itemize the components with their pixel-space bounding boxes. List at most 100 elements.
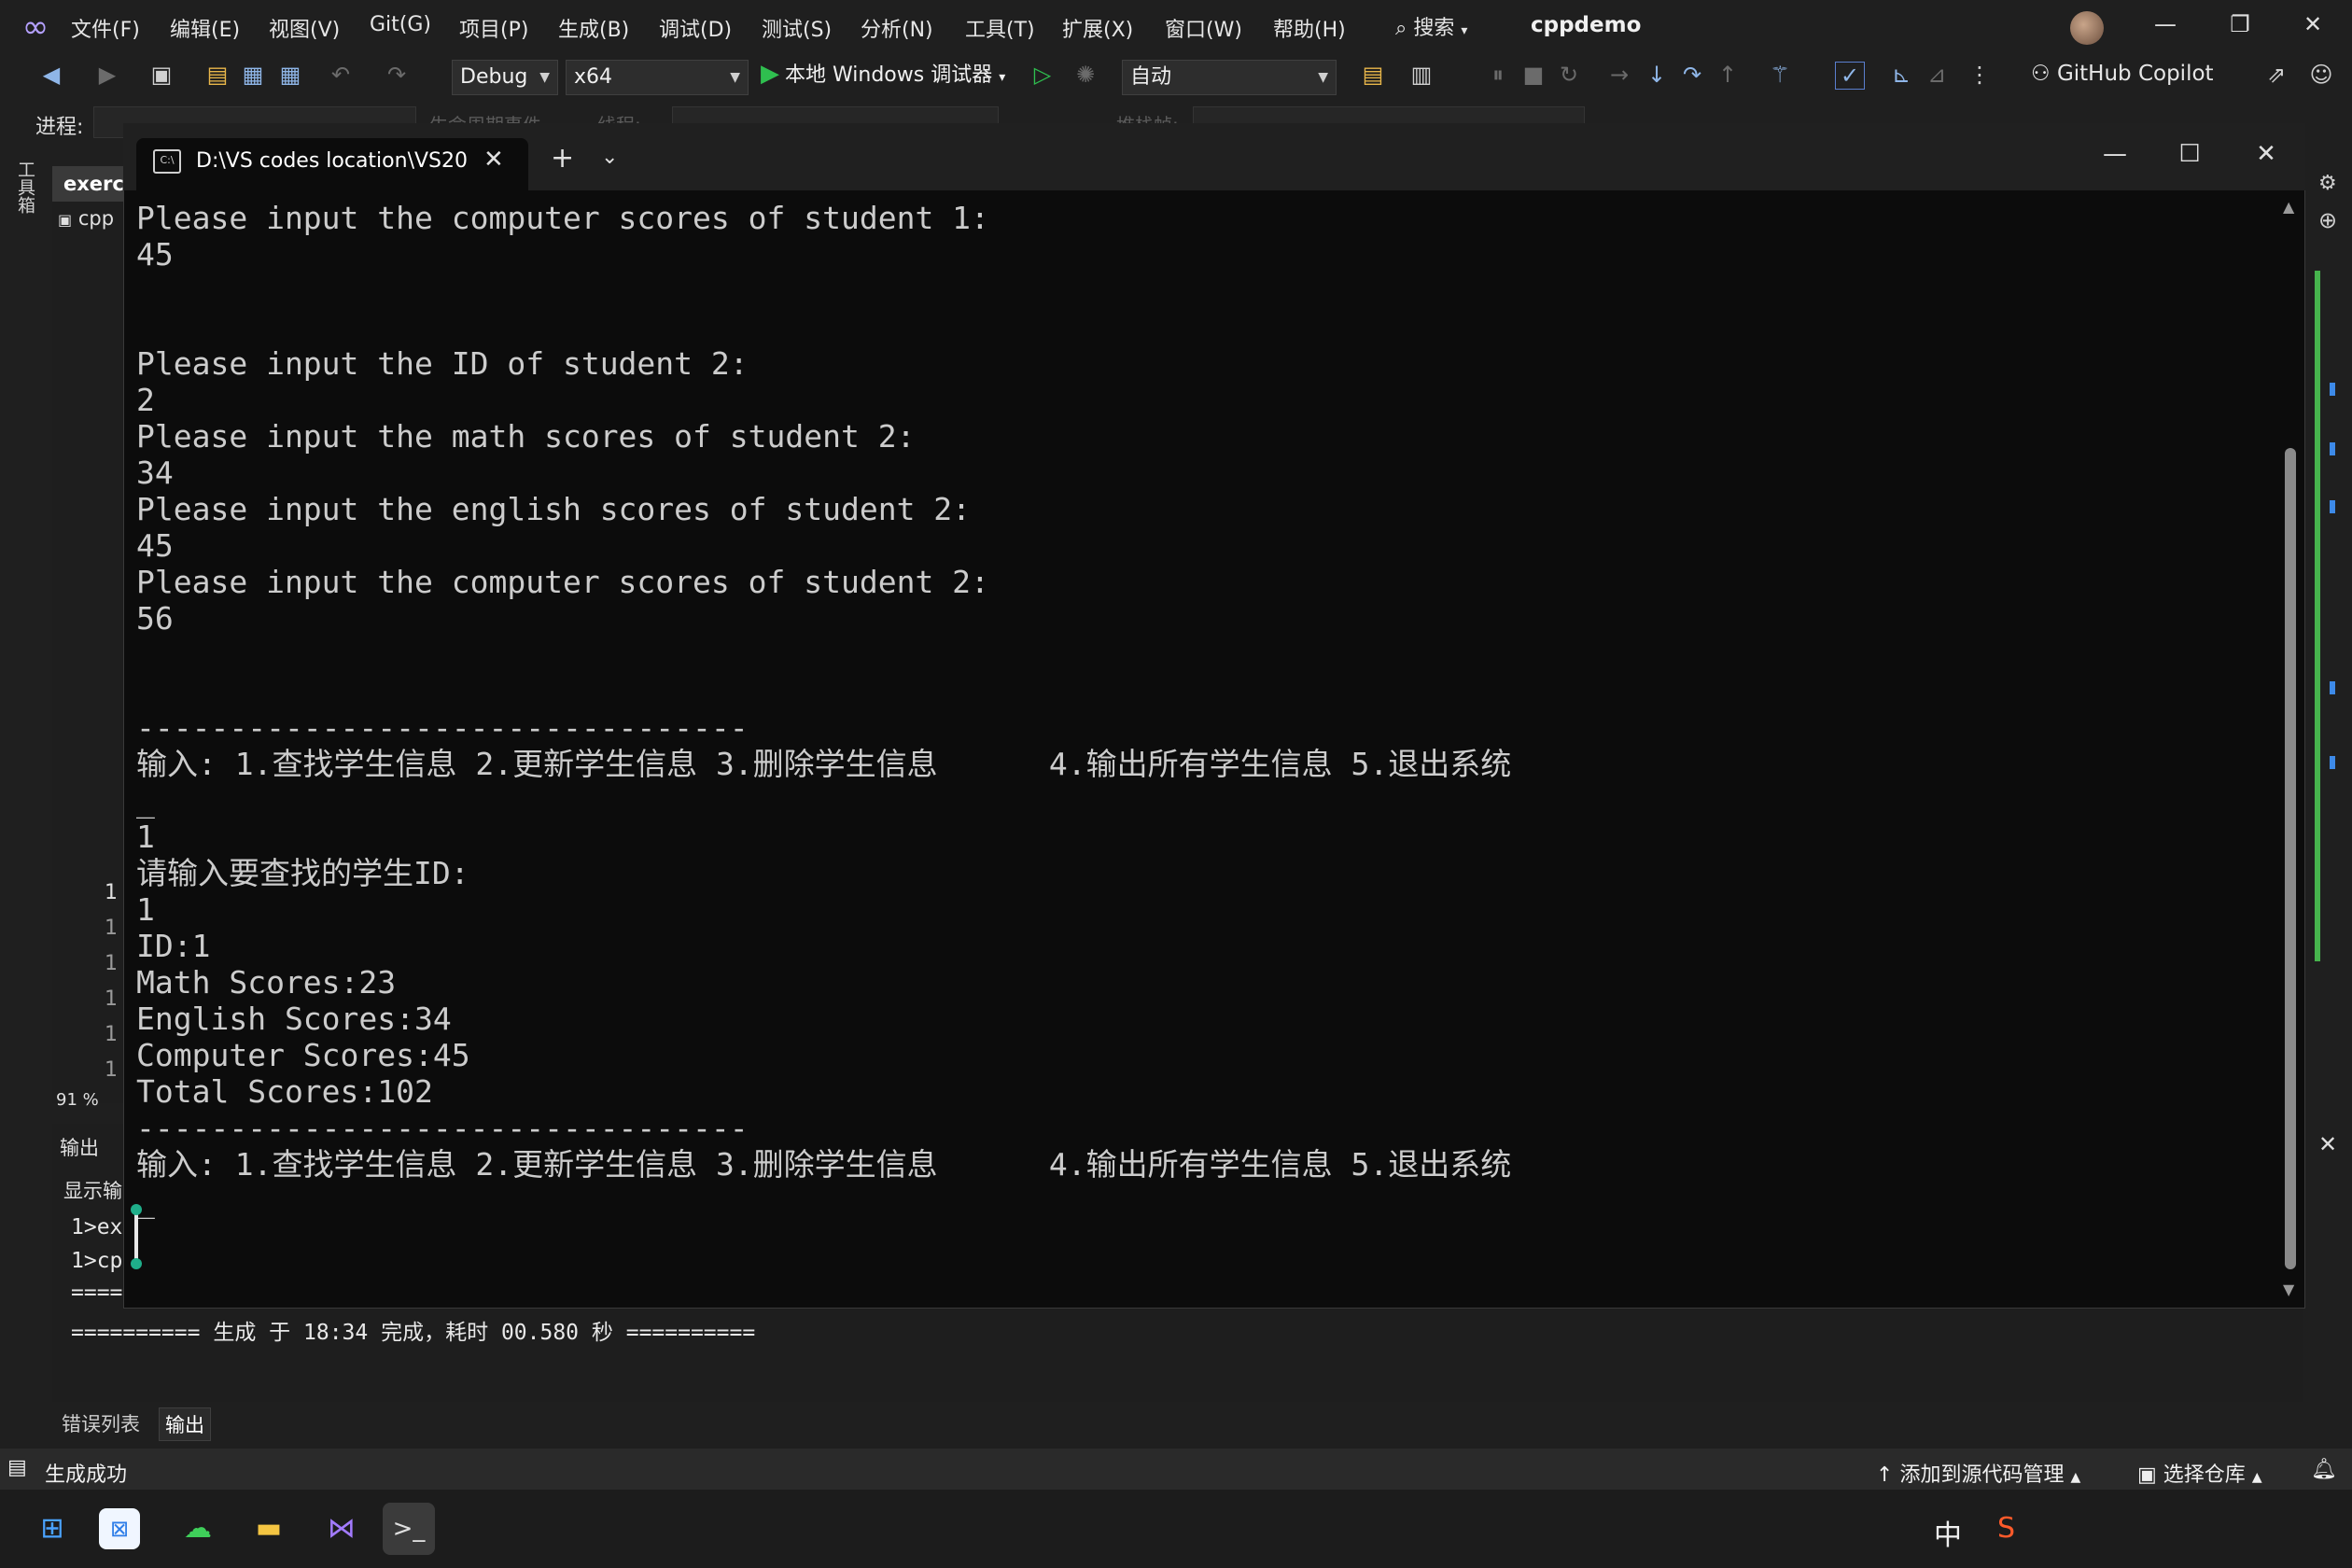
hot-reload-icon[interactable]: ✺ [1071, 62, 1099, 88]
show-next-statement-icon[interactable]: → [1605, 62, 1633, 88]
user-avatar[interactable] [2070, 11, 2104, 45]
add-to-source-control-button[interactable]: ↑ 添加到源代码管理 ▲ [1876, 1458, 2080, 1488]
auto-combo[interactable]: 自动 ▼ [1122, 60, 1337, 95]
close-tab-icon[interactable]: ✕ [483, 146, 504, 174]
open-file-icon[interactable]: ▤ [203, 62, 231, 88]
diagnostic-tools-icon[interactable]: ⚚ [1766, 62, 1794, 88]
platform-value: x64 [574, 65, 613, 89]
menu-build[interactable]: 生成(B) [558, 13, 629, 43]
terminal-line: ID:1 [136, 928, 211, 964]
menu-analyze[interactable]: 分析(N) [861, 13, 933, 43]
redo-icon[interactable]: ↷ [383, 62, 411, 88]
undo-icon[interactable]: ↶ [327, 62, 355, 88]
vs-minimize-icon[interactable]: — [2147, 11, 2184, 37]
gear-icon[interactable]: ⚙ [2318, 172, 2337, 195]
menu-tools[interactable]: 工具(T) [965, 13, 1035, 43]
config-combo[interactable]: Debug ▼ [452, 60, 558, 95]
tab-error-list[interactable]: 错误列表 [56, 1407, 146, 1439]
terminal-icon[interactable]: >_ [383, 1503, 435, 1555]
terminal-cursor-line: _ [136, 1183, 155, 1219]
search-box[interactable]: ⌕ 搜索 ▾ [1395, 11, 1467, 41]
menu-edit[interactable]: 编辑(E) [170, 13, 240, 43]
run-debugger-button[interactable]: ▶ 本地 Windows 调试器 ▾ [761, 58, 1005, 88]
share-icon[interactable]: ⇗ [2262, 62, 2290, 88]
terminal-minimize-icon[interactable]: — [2096, 140, 2134, 168]
menu-window[interactable]: 窗口(W) [1165, 13, 1242, 43]
start-without-debugging-icon[interactable]: ▷ [1029, 62, 1057, 88]
menu-test[interactable]: 测试(S) [762, 13, 832, 43]
folder-icon[interactable]: ▤ [1359, 62, 1387, 88]
menu-project[interactable]: 项目(P) [459, 13, 528, 43]
navigate-forward-icon[interactable]: ▶ [93, 62, 121, 88]
zoom-level[interactable]: 91 % [56, 1090, 99, 1110]
select-repository-button[interactable]: ▣ 选择仓库 ▲ [2137, 1458, 2262, 1488]
editor-change-marker [2315, 271, 2320, 961]
terminal-close-icon[interactable]: ✕ [2247, 140, 2285, 168]
terminal-line: Please input the ID of student 2: [136, 345, 749, 382]
pause-icon[interactable]: ⏸ [1484, 62, 1512, 88]
visual-studio-logo-icon[interactable]: ∞ [17, 9, 54, 45]
scroll-up-icon[interactable]: ▲ [2283, 198, 2294, 216]
new-item-icon[interactable]: ▣ [147, 62, 175, 88]
toolbox-tab[interactable]: 工具箱 [13, 161, 38, 214]
restart-icon[interactable]: ↻ [1555, 62, 1583, 88]
spell-check-icon[interactable]: ✓ [1835, 62, 1865, 90]
output-close-icon[interactable]: ✕ [2318, 1131, 2337, 1157]
feedback-icon[interactable]: ☺ [2307, 62, 2335, 88]
notification-bell-icon[interactable]: 🔔︎ [2311, 1458, 2337, 1481]
split-editor-icon[interactable]: ⊕ [2318, 207, 2337, 233]
menu-git[interactable]: Git(G) [370, 13, 431, 36]
tab-output[interactable]: 输出 [159, 1407, 211, 1441]
step-into-icon[interactable]: ↓ [1643, 62, 1671, 88]
stop-icon[interactable]: ■ [1519, 62, 1547, 88]
terminal-line: 输入: 1.查找学生信息 2.更新学生信息 3.删除学生信息 4.输出所有学生信… [136, 1146, 1512, 1183]
right-tool-strip [2303, 166, 2352, 1407]
editor-file-selector[interactable]: ▣ cpp [58, 207, 114, 230]
editor-file-label: cpp [77, 207, 115, 230]
step-over-icon[interactable]: ↷ [1678, 62, 1706, 88]
step-out-icon[interactable]: ↑ [1714, 62, 1742, 88]
navigate-back-icon[interactable]: ◀ [37, 62, 65, 88]
scroll-down-icon[interactable]: ▼ [2283, 1281, 2294, 1298]
save-all-icon[interactable]: ▦ [276, 62, 304, 88]
left-tool-strip [0, 147, 39, 1454]
wechat-icon[interactable]: ☁ [172, 1503, 224, 1555]
auto-value: 自动 [1130, 65, 1172, 89]
platform-combo[interactable]: x64 ▼ [566, 60, 749, 95]
vs-close-icon[interactable]: ✕ [2294, 11, 2331, 37]
terminal-line: 56 [136, 600, 174, 637]
vs-restore-icon[interactable]: ❐ [2221, 11, 2259, 37]
copilot-icon: ⚇ [2031, 62, 2051, 86]
terminal-line: 34 [136, 455, 174, 491]
toolbar-overflow-icon[interactable]: ⋮ [1966, 62, 1994, 88]
copilot-label: GitHub Copilot [2056, 62, 2214, 86]
file-explorer-icon[interactable]: ▬ [243, 1503, 295, 1555]
chevron-down-icon[interactable]: ⌄ [601, 146, 618, 169]
editor-tab[interactable]: exerc [52, 166, 127, 202]
menu-help[interactable]: 帮助(H) [1273, 13, 1346, 43]
sogou-input-icon[interactable]: S [1997, 1512, 2015, 1545]
new-tab-icon[interactable]: + [551, 142, 574, 175]
github-copilot-button[interactable]: ⚇ GitHub Copilot [2031, 62, 2214, 86]
comment-icon[interactable]: ⊾ [1887, 62, 1915, 88]
menu-view[interactable]: 视图(V) [269, 13, 340, 43]
ime-indicator[interactable]: 中 [1934, 1512, 1962, 1553]
windows-start-icon[interactable]: ⊞ [26, 1503, 78, 1555]
menu-debug[interactable]: 调试(D) [659, 13, 732, 43]
uncomment-icon[interactable]: ⊿ [1923, 62, 1951, 88]
output-horizontal-scrollbar[interactable] [52, 1378, 2303, 1400]
terminal-maximize-icon[interactable]: ☐ [2171, 140, 2208, 168]
save-icon[interactable]: ▦ [239, 62, 267, 88]
visual-studio-icon[interactable]: ⋈ [315, 1503, 368, 1555]
terminal-line: Please input the computer scores of stud… [136, 564, 989, 600]
layout-icon[interactable]: ▥ [1407, 62, 1435, 88]
menu-file[interactable]: 文件(F) [71, 13, 140, 43]
menu-extensions[interactable]: 扩展(X) [1062, 13, 1133, 43]
todesk-icon[interactable]: ⊠ [99, 1508, 140, 1549]
terminal-output[interactable]: Please input the computer scores of stud… [136, 200, 2264, 1301]
terminal-scrollbar-thumb[interactable] [2285, 448, 2296, 1269]
